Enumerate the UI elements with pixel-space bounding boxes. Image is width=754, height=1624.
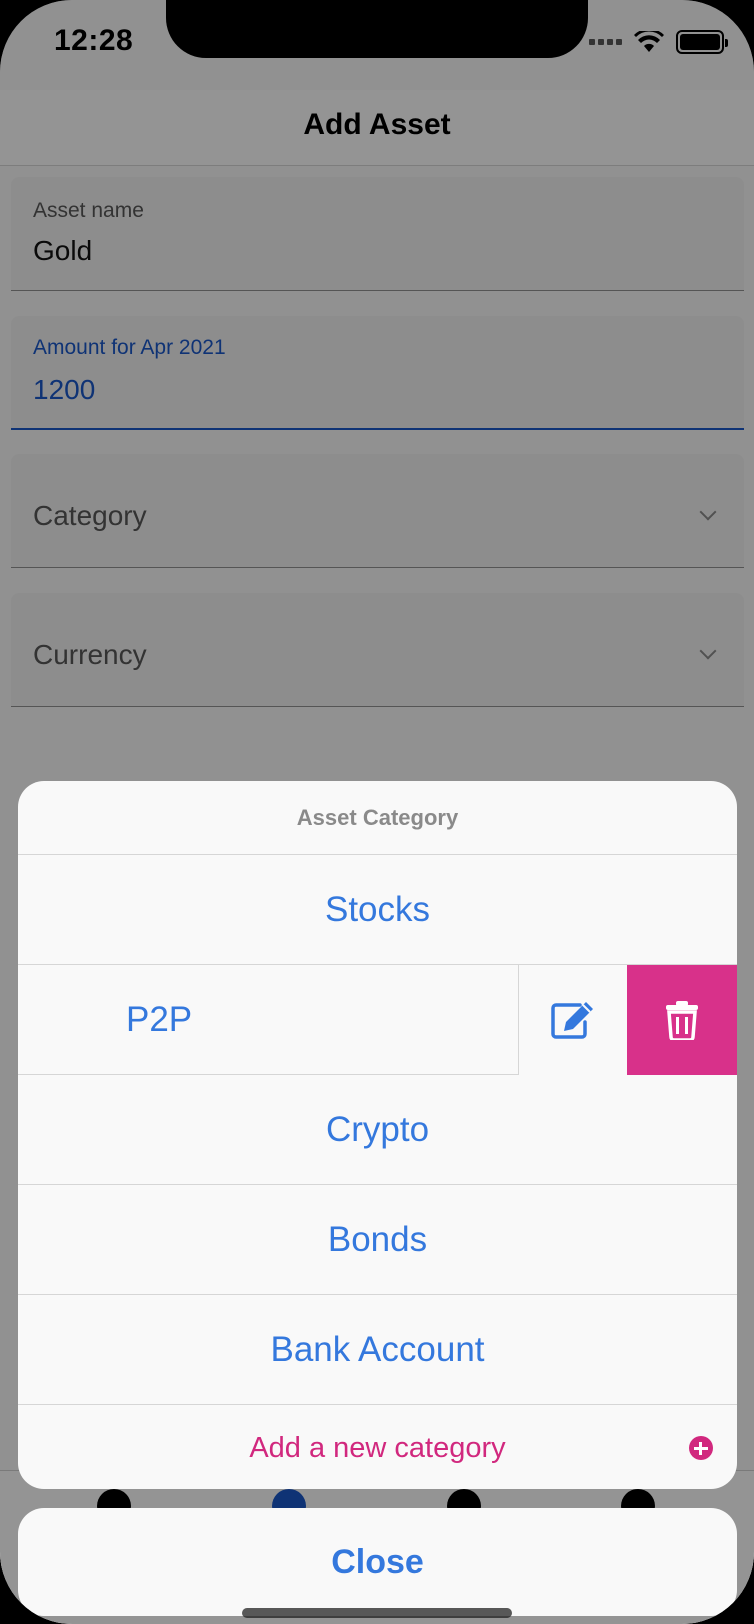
edit-icon: [551, 1002, 593, 1039]
delete-category-button[interactable]: [627, 965, 737, 1075]
category-option-crypto[interactable]: Crypto: [18, 1075, 737, 1185]
category-option-bonds[interactable]: Bonds: [18, 1185, 737, 1295]
trash-icon: [666, 1001, 698, 1040]
home-indicator: [242, 1608, 512, 1618]
category-option-label: P2P: [126, 1000, 193, 1039]
phone-screen: 12:28 Add Asset Asset name Gold Amount f…: [0, 0, 754, 1624]
category-action-sheet: Asset Category Stocks P2P Crypto Bonds B…: [18, 781, 737, 1489]
close-button[interactable]: Close: [18, 1508, 737, 1616]
category-option-bank-account[interactable]: Bank Account: [18, 1295, 737, 1405]
add-category-button[interactable]: Add a new category: [18, 1405, 737, 1489]
add-category-label: Add a new category: [249, 1432, 506, 1464]
category-option-p2p[interactable]: P2P: [18, 965, 737, 1075]
edit-category-button[interactable]: [518, 965, 627, 1075]
plus-circle-icon: [689, 1436, 713, 1460]
category-option-stocks[interactable]: Stocks: [18, 855, 737, 965]
sheet-title: Asset Category: [18, 781, 737, 855]
